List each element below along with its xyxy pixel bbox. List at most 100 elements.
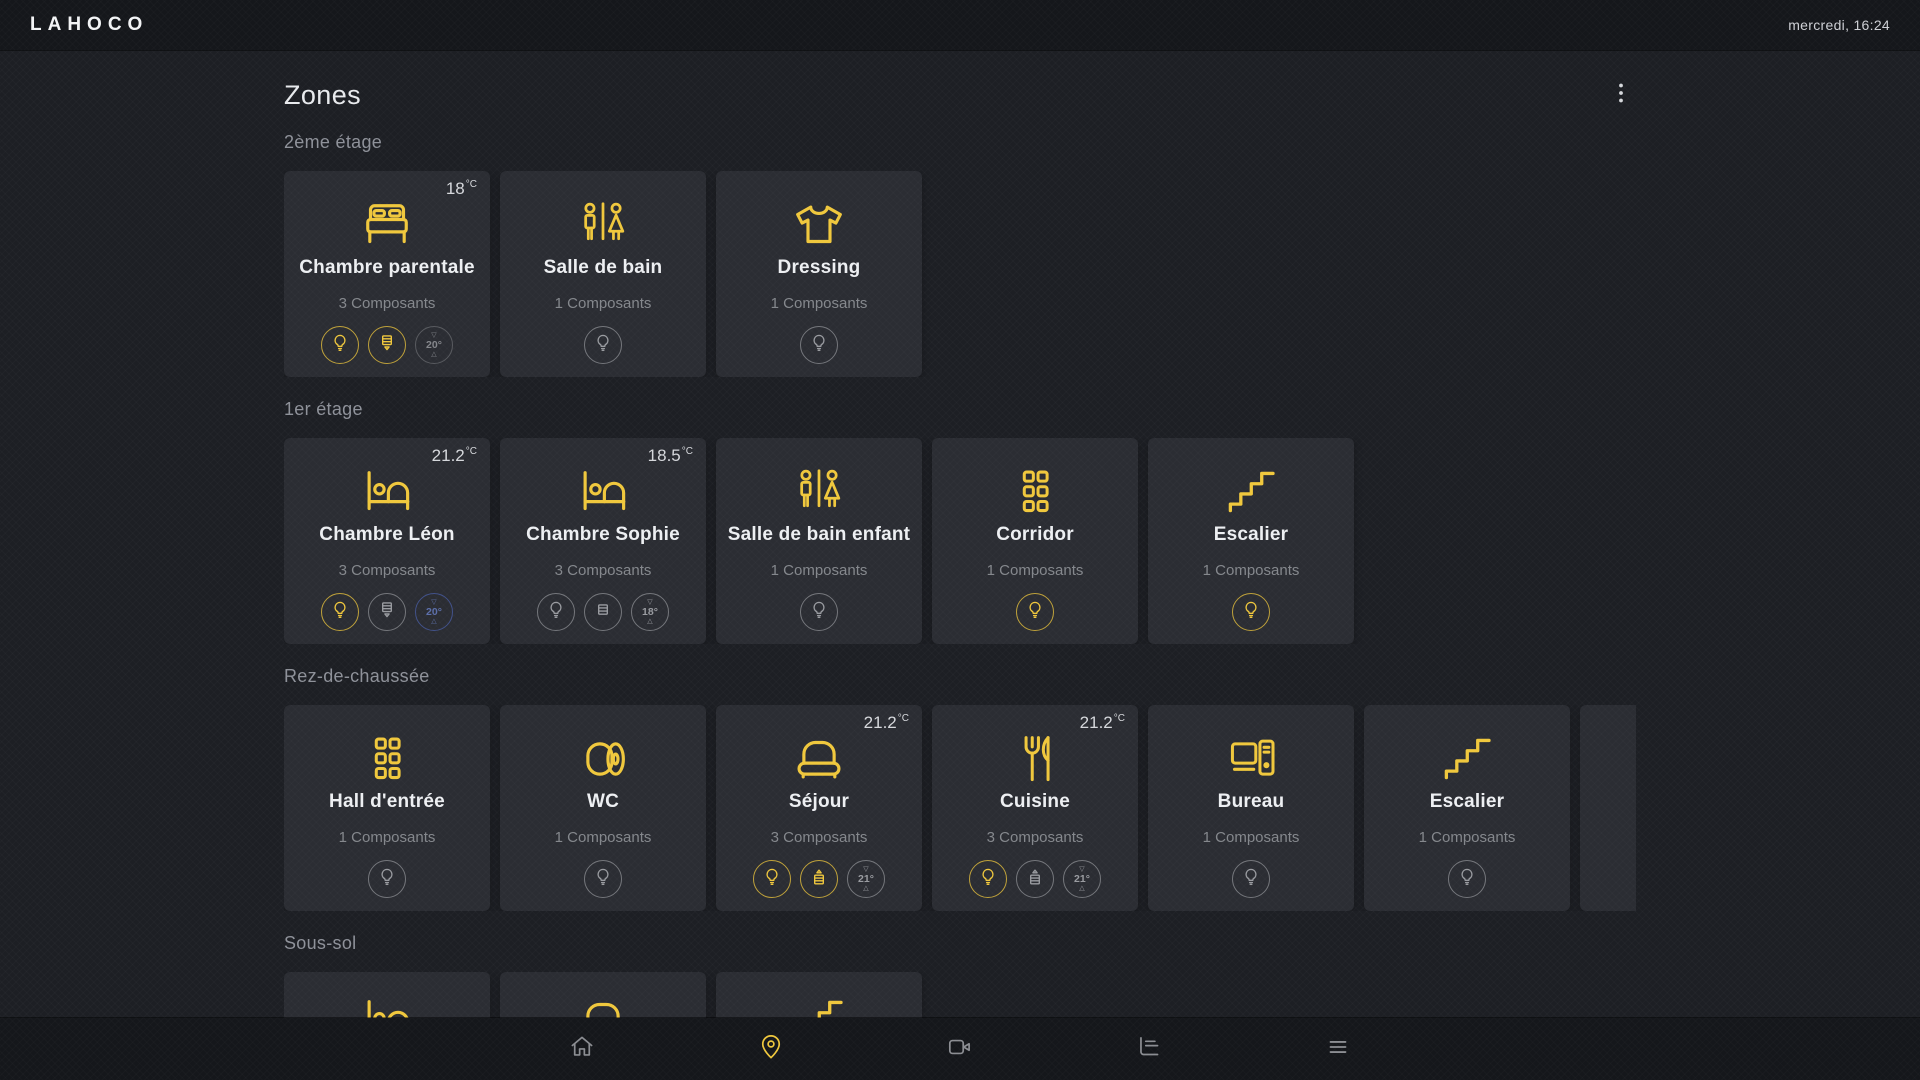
zone-name: Chambre Sophie: [506, 524, 700, 546]
zone-components-count: 3 Composants: [284, 295, 490, 312]
thermostat-down-icon: ▽: [863, 866, 868, 873]
section-label: 1er étage: [284, 399, 1636, 420]
brand-logo: LAHOCO: [30, 14, 148, 36]
bed-single-icon: [284, 988, 490, 1018]
zone-card[interactable]: Escalier1 Composants: [1364, 705, 1570, 911]
zone-card[interactable]: Salle de bain1 Composants: [500, 171, 706, 377]
zone-card[interactable]: Escalier 1 Composants: [1148, 438, 1354, 644]
zone-card[interactable]: Corridor1 Composants: [932, 438, 1138, 644]
zone-card[interactable]: 21.2°CCuisine3 Composants▽21°△: [932, 705, 1138, 911]
zone-controls: [1364, 860, 1570, 898]
thermostat-down-icon: ▽: [431, 332, 436, 339]
zone-components-count: 3 Composants: [716, 829, 922, 846]
thermostat-control-button[interactable]: ▽18°△: [631, 593, 669, 631]
zone-name: Escalier: [1370, 791, 1564, 813]
thermostat-control-button[interactable]: ▽21°△: [1063, 860, 1101, 898]
blinds-control-button[interactable]: [1016, 860, 1054, 898]
stairs-icon: [1364, 726, 1570, 792]
zone-name: WC: [506, 791, 700, 813]
stairs-icon: [716, 988, 922, 1018]
zone-name: Escalier: [1154, 524, 1348, 546]
zone-components-count: 3 Composants: [500, 562, 706, 579]
nav-item-stats[interactable]: [1127, 1027, 1171, 1071]
nav-item-zones[interactable]: [749, 1027, 793, 1071]
zone-card[interactable]: [1580, 705, 1636, 911]
light-control-button[interactable]: [321, 593, 359, 631]
nav-item-menu[interactable]: [1316, 1027, 1360, 1071]
kebab-menu-icon: [1609, 81, 1633, 110]
zone-card[interactable]: 21.2°CChambre Léon3 Composants▽20°△: [284, 438, 490, 644]
bulb-icon: [1456, 866, 1478, 893]
zone-name: Salle de bain enfant: [722, 524, 916, 546]
light-control-button[interactable]: [1016, 593, 1054, 631]
zone-controls: [1148, 593, 1354, 631]
zone-card[interactable]: 18.5°CChambre Sophie3 Composants▽18°△: [500, 438, 706, 644]
bulb-icon: [329, 599, 351, 626]
blinds-control-button[interactable]: [800, 860, 838, 898]
zone-card-row: Hall d'entrée1 ComposantsWC1 Composants2…: [284, 705, 1636, 911]
thermostat-up-icon: △: [863, 885, 868, 892]
zone-name: Salle de bain: [506, 257, 700, 279]
light-control-button[interactable]: [584, 326, 622, 364]
blinds-control-button[interactable]: [368, 593, 406, 631]
light-control-button[interactable]: [800, 326, 838, 364]
thermostat-setpoint: 20°: [426, 339, 442, 351]
light-control-button[interactable]: [1232, 860, 1270, 898]
more-options-button[interactable]: [1606, 80, 1636, 110]
zone-components-count: 3 Composants: [284, 562, 490, 579]
zone-card[interactable]: Salle de bain enfant1 Composants: [716, 438, 922, 644]
blinds-down-icon: [376, 599, 398, 626]
light-control-button[interactable]: [321, 326, 359, 364]
zone-card[interactable]: Dressing1 Composants: [716, 171, 922, 377]
bottom-nav: [0, 1018, 1920, 1080]
zone-card[interactable]: 18°CChambre parentale3 Composants▽20°△: [284, 171, 490, 377]
bar-chart-icon: [1134, 1032, 1164, 1067]
zone-card[interactable]: Hall d'entrée1 Composants: [284, 705, 490, 911]
thermostat-up-icon: △: [647, 618, 652, 625]
thermostat-setpoint: 20°: [426, 606, 442, 618]
zone-components-count: 1 Composants: [716, 295, 922, 312]
page-title: Zones: [284, 80, 361, 111]
blinds-icon: [592, 599, 614, 626]
zone-name: Chambre parentale: [290, 257, 484, 279]
light-control-button[interactable]: [537, 593, 575, 631]
bulb-icon: [761, 866, 783, 893]
dots-grid-icon: [284, 726, 490, 792]
cutlery-icon: [932, 726, 1138, 792]
sofa-icon: [716, 726, 922, 792]
nav-item-home[interactable]: [560, 1027, 604, 1071]
blinds-control-button[interactable]: [368, 326, 406, 364]
dots-grid-icon: [932, 459, 1138, 525]
zone-card[interactable]: [500, 972, 706, 1018]
light-control-button[interactable]: [753, 860, 791, 898]
light-control-button[interactable]: [969, 860, 1007, 898]
zone-card[interactable]: [284, 972, 490, 1018]
zone-card-row: 21.2°CChambre Léon3 Composants▽20°△18.5°…: [284, 438, 1636, 644]
thermostat-control-button[interactable]: ▽20°△: [415, 593, 453, 631]
blinds-control-button[interactable]: [584, 593, 622, 631]
hamburger-icon: [1323, 1032, 1353, 1067]
bulb-icon: [977, 866, 999, 893]
thermostat-setpoint: 18°: [642, 606, 658, 618]
zone-card[interactable]: 21.2°CSéjour3 Composants▽21°△: [716, 705, 922, 911]
zone-card[interactable]: Bureau1 Composants: [1148, 705, 1354, 911]
bulb-icon: [1240, 599, 1262, 626]
light-control-button[interactable]: [1448, 860, 1486, 898]
light-control-button[interactable]: [1232, 593, 1270, 631]
light-control-button[interactable]: [584, 860, 622, 898]
thermostat-setpoint: 21°: [1074, 873, 1090, 885]
zones-sections: 2ème étage18°CChambre parentale3 Composa…: [284, 132, 1636, 1018]
zone-components-count: 1 Composants: [1148, 562, 1354, 579]
zone-components-count: 1 Composants: [1148, 829, 1354, 846]
nav-item-camera[interactable]: [938, 1027, 982, 1071]
light-control-button[interactable]: [800, 593, 838, 631]
zone-card-row: [284, 972, 1636, 1018]
zone-card[interactable]: [716, 972, 922, 1018]
zone-controls: ▽18°△: [500, 593, 706, 631]
thermostat-control-button[interactable]: ▽20°△: [415, 326, 453, 364]
bed-single-icon: [284, 459, 490, 525]
thermostat-control-button[interactable]: ▽21°△: [847, 860, 885, 898]
light-control-button[interactable]: [368, 860, 406, 898]
zone-card[interactable]: WC1 Composants: [500, 705, 706, 911]
thermostat-down-icon: ▽: [431, 599, 436, 606]
